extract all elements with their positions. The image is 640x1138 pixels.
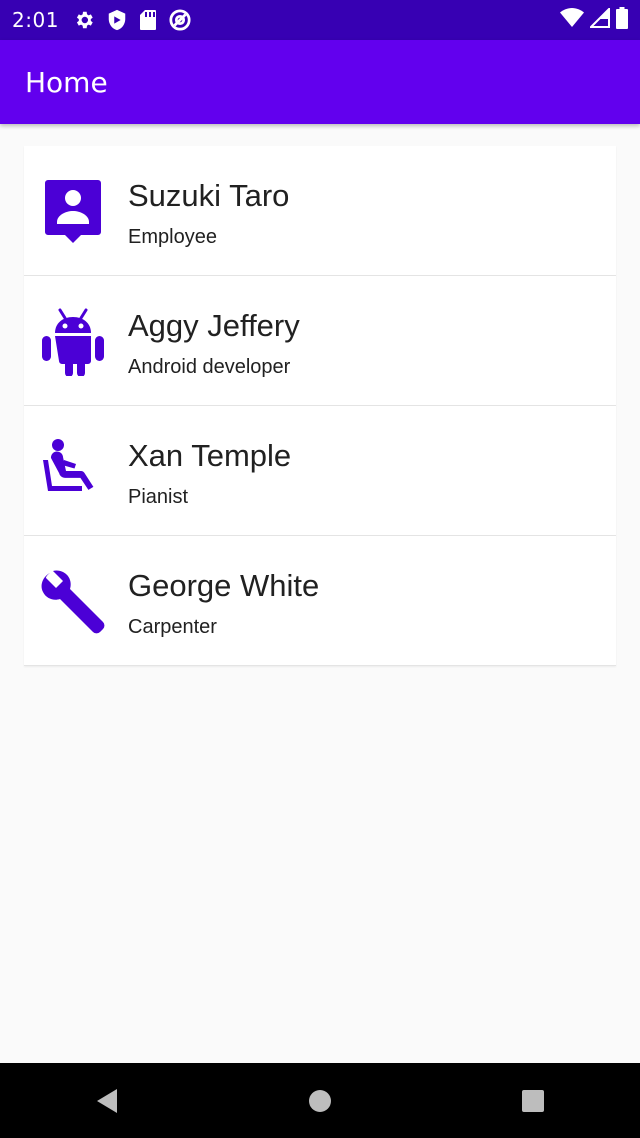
recents-icon[interactable] bbox=[503, 1071, 563, 1131]
contact-card-icon bbox=[38, 176, 108, 246]
wrench-icon bbox=[38, 566, 108, 636]
list-item[interactable]: George White Carpenter bbox=[24, 536, 616, 666]
person-role: Android developer bbox=[128, 356, 291, 378]
list-item[interactable]: Aggy Jeffery Android developer bbox=[24, 276, 616, 406]
back-icon[interactable] bbox=[77, 1071, 137, 1131]
person-name: Aggy Jeffery bbox=[128, 308, 300, 343]
person-role: Employee bbox=[128, 226, 217, 248]
status-icons-right bbox=[560, 6, 628, 33]
list-item[interactable]: Suzuki Taro Employee bbox=[24, 146, 616, 276]
person-name: George White bbox=[128, 568, 320, 603]
android-icon bbox=[38, 306, 108, 376]
gear-icon bbox=[73, 9, 95, 31]
system-navigation-bar bbox=[0, 1063, 640, 1138]
list-item[interactable]: Xan Temple Pianist bbox=[24, 406, 616, 536]
at-sign-icon bbox=[169, 9, 191, 31]
status-bar: 2:01 bbox=[0, 0, 640, 40]
shield-icon bbox=[107, 9, 127, 31]
battery-icon bbox=[616, 7, 628, 33]
signal-icon bbox=[588, 6, 610, 32]
seated-person-icon bbox=[38, 436, 108, 506]
app-bar: Home bbox=[0, 40, 640, 124]
wifi-icon bbox=[560, 8, 584, 32]
person-name: Suzuki Taro bbox=[128, 178, 290, 213]
status-time: 2:01 bbox=[12, 8, 59, 32]
person-role: Carpenter bbox=[128, 616, 217, 638]
people-list: Suzuki Taro Employee Aggy Jeffery Androi… bbox=[24, 146, 616, 666]
page-title: Home bbox=[25, 65, 108, 99]
status-icons-left bbox=[73, 9, 191, 31]
person-name: Xan Temple bbox=[128, 438, 292, 473]
home-icon[interactable] bbox=[290, 1071, 350, 1131]
person-role: Pianist bbox=[128, 486, 189, 508]
sd-card-icon bbox=[139, 9, 157, 31]
